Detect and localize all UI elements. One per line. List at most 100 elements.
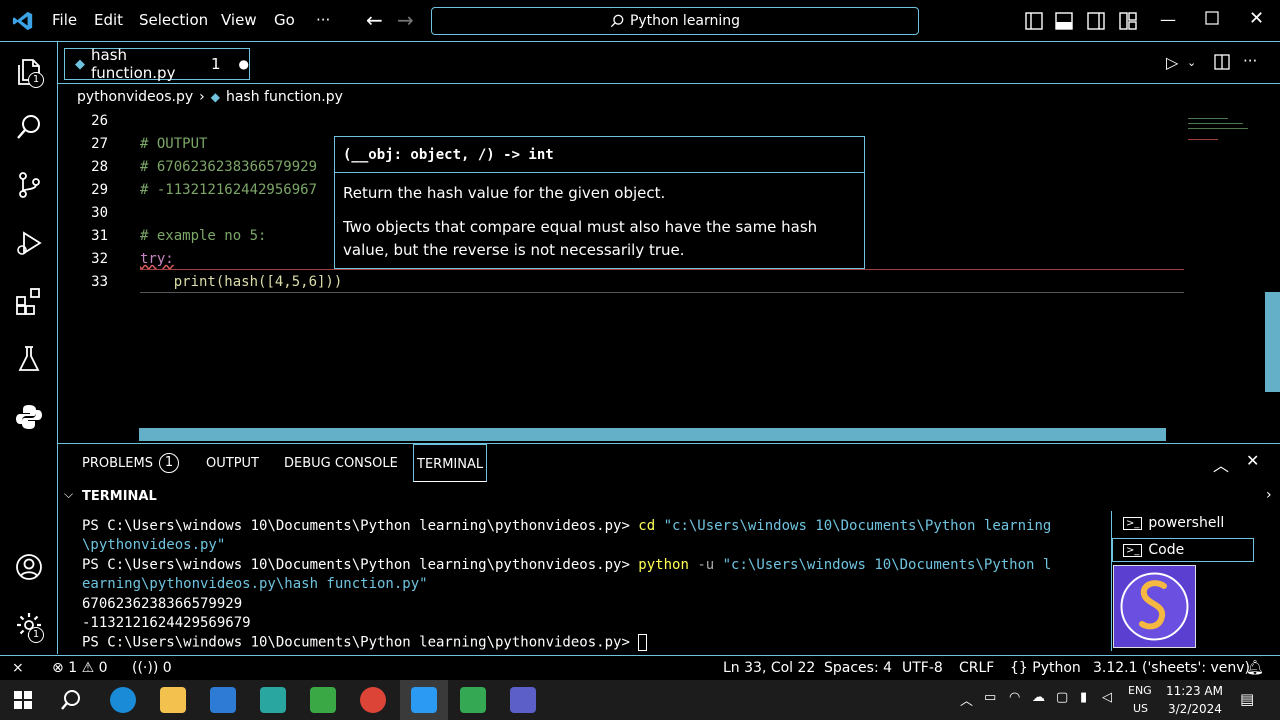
menu-file[interactable]: File: [52, 11, 77, 29]
tray-chevron-icon[interactable]: ︿: [960, 690, 973, 709]
terminal-icon: >_: [1123, 543, 1143, 557]
edge-browser-icon[interactable]: [110, 687, 136, 713]
channel-logo: [1113, 565, 1196, 648]
search-icon: [610, 14, 624, 28]
testing-icon[interactable]: [14, 344, 44, 374]
maximize-icon[interactable]: [1205, 11, 1225, 31]
windows-start-icon[interactable]: [14, 691, 32, 709]
taskbar-search-icon[interactable]: [60, 689, 82, 711]
split-editor-icon[interactable]: [1214, 54, 1230, 70]
chevron-down-icon[interactable]: ⌵: [64, 487, 73, 502]
code-line[interactable]: try:: [140, 251, 174, 267]
tab-hash-function[interactable]: ◆ hash function.py 1 ●: [64, 46, 250, 82]
cursor-position[interactable]: Ln 33, Col 22: [723, 660, 815, 676]
chat-app-icon[interactable]: [310, 687, 336, 713]
tray-display-icon[interactable]: ▢: [1056, 690, 1068, 705]
toggle-sidebar-icon[interactable]: [1025, 12, 1043, 30]
horizontal-scrollbar[interactable]: [139, 428, 1166, 441]
code-line[interactable]: print(hash([4,5,6])): [140, 274, 343, 290]
indentation[interactable]: Spaces: 4: [824, 660, 892, 676]
customize-layout-icon[interactable]: [1119, 12, 1137, 30]
search-icon[interactable]: [14, 112, 44, 142]
line-number: 27: [91, 136, 108, 152]
terminal-line: -1132121624429569679: [82, 615, 251, 631]
terminal-code[interactable]: >_ Code: [1123, 542, 1184, 558]
tab-output[interactable]: OUTPUT: [206, 456, 259, 471]
python-icon[interactable]: [14, 402, 44, 432]
terminal-section-header[interactable]: TERMINAL: [82, 489, 157, 504]
teams-icon[interactable]: [510, 687, 536, 713]
breadcrumb-file[interactable]: hash function.py: [226, 89, 343, 105]
menu-more[interactable]: ···: [316, 11, 330, 29]
unsaved-dot-icon[interactable]: ●: [239, 57, 249, 71]
app-icon[interactable]: [260, 687, 286, 713]
drive-icon[interactable]: [460, 687, 486, 713]
python-interpreter[interactable]: 3.12.1 ('sheets': venv): [1093, 660, 1250, 676]
line-number: 28: [91, 159, 108, 175]
toggle-secondary-sidebar-icon[interactable]: [1087, 12, 1105, 30]
breadcrumb-folder[interactable]: pythonvideos.py: [77, 89, 193, 105]
extensions-icon[interactable]: [14, 286, 44, 316]
tray-mic-icon[interactable]: ▮: [1080, 690, 1087, 705]
run-debug-icon[interactable]: [14, 228, 44, 258]
tray-volume-icon[interactable]: ◁: [1102, 690, 1112, 705]
command-center-search[interactable]: Python learning: [431, 7, 919, 35]
problems-status[interactable]: ⊗ 1 ⚠ 0: [52, 660, 108, 676]
code-line[interactable]: # OUTPUT: [140, 136, 207, 152]
close-panel-icon[interactable]: ✕: [1246, 451, 1259, 470]
account-icon[interactable]: [14, 552, 44, 582]
code-line[interactable]: # example no 5:: [140, 228, 266, 244]
vscode-taskbar-icon[interactable]: [411, 687, 437, 713]
hover-detail: Two objects that compare equal must also…: [343, 218, 818, 259]
run-file-icon[interactable]: ▷: [1166, 53, 1178, 72]
chrome-icon[interactable]: [360, 687, 386, 713]
error-line-marker: [140, 269, 1184, 270]
chevron-right-icon[interactable]: ›: [1266, 487, 1272, 503]
clock-time[interactable]: 11:23 AM: [1166, 684, 1223, 698]
tray-cloud-icon[interactable]: ☁: [1032, 690, 1045, 705]
vertical-scrollbar[interactable]: [1265, 292, 1280, 392]
terminal-cursor: [638, 634, 648, 651]
notification-center-icon[interactable]: ▤: [1240, 690, 1254, 708]
tab-problems[interactable]: PROBLEMS: [82, 456, 153, 471]
terminal-powershell[interactable]: >_ powershell: [1123, 515, 1224, 531]
back-arrow-icon[interactable]: ←: [366, 8, 386, 32]
hover-divider: [335, 172, 864, 173]
chevron-right-icon: ›: [199, 89, 205, 105]
ports-status[interactable]: ((·)) 0: [132, 660, 172, 676]
encoding[interactable]: UTF-8: [902, 660, 943, 676]
terminal-line: PS C:\Users\windows 10\Documents\Python …: [82, 557, 1052, 573]
mail-icon[interactable]: [210, 687, 236, 713]
close-window-icon[interactable]: ✕: [1249, 8, 1269, 29]
code-line[interactable]: # 6706236238366579929: [140, 159, 317, 175]
line-number: 32: [91, 251, 108, 267]
remote-icon[interactable]: ⨯: [12, 660, 24, 676]
source-control-icon[interactable]: [14, 170, 44, 200]
maximize-panel-icon[interactable]: ︿: [1213, 452, 1229, 476]
menu-edit[interactable]: Edit: [94, 11, 123, 29]
tray-battery-icon[interactable]: ▭: [984, 690, 996, 705]
python-file-icon: ◆: [75, 56, 85, 72]
clock-date[interactable]: 3/2/2024: [1168, 702, 1222, 716]
run-dropdown-chevron-icon[interactable]: ⌄: [1187, 56, 1196, 69]
minimap[interactable]: [1188, 112, 1258, 154]
forward-arrow-icon[interactable]: →: [397, 8, 417, 32]
menu-go[interactable]: Go: [274, 11, 295, 29]
vscode-logo-icon[interactable]: [12, 10, 34, 32]
code-line[interactable]: # -113212162442956967: [140, 182, 317, 198]
tab-terminal[interactable]: TERMINAL: [413, 444, 488, 482]
language-indicator[interactable]: ENG: [1128, 684, 1152, 697]
line-number: 29: [91, 182, 108, 198]
minimize-icon[interactable]: —: [1160, 10, 1180, 30]
more-actions-icon[interactable]: ···: [1243, 52, 1257, 70]
notifications-bell-icon[interactable]: 🔔︎: [1246, 660, 1264, 676]
tray-wifi-icon[interactable]: ◠: [1009, 690, 1020, 705]
menu-view[interactable]: View: [221, 11, 257, 29]
toggle-panel-icon[interactable]: [1055, 12, 1073, 30]
activity-bar: 1 1: [0, 42, 58, 654]
menu-selection[interactable]: Selection: [139, 11, 208, 29]
line-ending[interactable]: CRLF: [959, 660, 994, 676]
file-explorer-icon[interactable]: [160, 687, 186, 713]
language-mode[interactable]: {} Python: [1010, 660, 1081, 676]
tab-debug-console[interactable]: DEBUG CONSOLE: [284, 456, 398, 471]
